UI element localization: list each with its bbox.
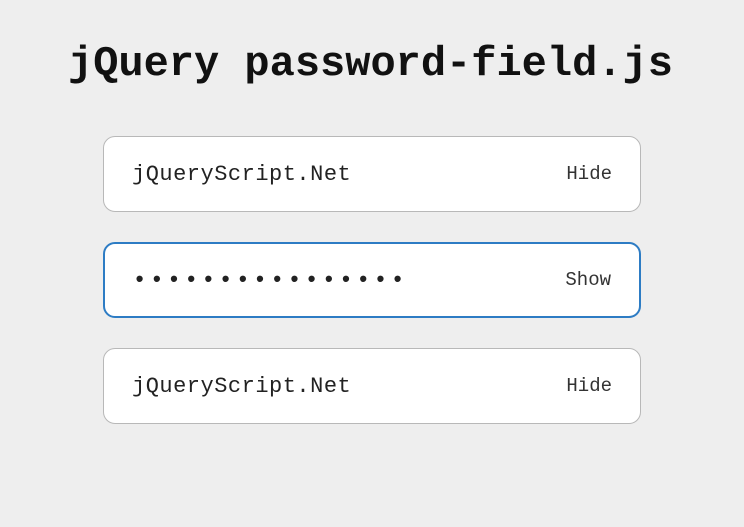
password-input-1[interactable] xyxy=(132,162,566,187)
toggle-visibility-button-1[interactable]: Hide xyxy=(566,159,612,189)
password-input-3[interactable] xyxy=(132,374,566,399)
password-field-3: Hide xyxy=(103,348,641,424)
password-input-2[interactable] xyxy=(133,268,565,293)
page-title: jQuery password-field.js xyxy=(50,40,694,88)
toggle-visibility-button-2[interactable]: Show xyxy=(565,265,611,295)
password-field-1: Hide xyxy=(103,136,641,212)
toggle-visibility-button-3[interactable]: Hide xyxy=(566,371,612,401)
password-field-2: Show xyxy=(103,242,641,318)
password-fields-container: Hide Show Hide xyxy=(50,136,694,424)
